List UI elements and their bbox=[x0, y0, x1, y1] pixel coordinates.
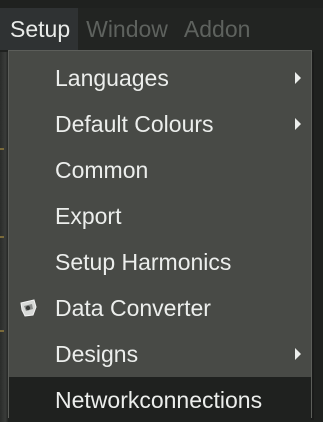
menu-item-label: Export bbox=[55, 202, 122, 229]
menu-bar: Setup Window Addon bbox=[0, 8, 323, 50]
menu-item-data-converter[interactable]: Data Converter bbox=[9, 285, 311, 331]
menu-item-label: Setup Harmonics bbox=[55, 248, 232, 275]
menu-item-languages[interactable]: Languages bbox=[9, 55, 311, 101]
setup-dropdown-menu: Languages Default Colours Common Export … bbox=[8, 50, 312, 422]
submenu-arrow-icon bbox=[295, 348, 301, 360]
data-converter-icon bbox=[20, 299, 37, 317]
menu-item-setup-harmonics[interactable]: Setup Harmonics bbox=[9, 239, 311, 285]
menu-item-label: Default Colours bbox=[55, 110, 214, 137]
menu-item-export[interactable]: Export bbox=[9, 193, 311, 239]
background-marker bbox=[0, 148, 4, 150]
submenu-arrow-icon bbox=[295, 72, 301, 84]
menu-item-default-colours[interactable]: Default Colours bbox=[9, 101, 311, 147]
menu-item-label: Common bbox=[55, 156, 149, 183]
menu-addon[interactable]: Addon bbox=[176, 8, 259, 50]
screen: Setup Window Addon Languages Default Col… bbox=[0, 0, 323, 422]
menu-item-networkconnections[interactable]: Networkconnections bbox=[9, 377, 311, 422]
menu-setup[interactable]: Setup bbox=[0, 8, 79, 50]
background-marker bbox=[0, 330, 4, 332]
menu-item-label: Designs bbox=[55, 340, 139, 367]
menu-item-common[interactable]: Common bbox=[9, 147, 311, 193]
menu-item-label: Networkconnections bbox=[55, 386, 263, 413]
menu-item-label: Data Converter bbox=[55, 294, 211, 321]
menu-window[interactable]: Window bbox=[78, 8, 176, 50]
background-marker bbox=[0, 236, 4, 238]
menu-item-label: Languages bbox=[55, 64, 169, 91]
menu-item-designs[interactable]: Designs bbox=[9, 331, 311, 377]
submenu-arrow-icon bbox=[295, 118, 301, 130]
